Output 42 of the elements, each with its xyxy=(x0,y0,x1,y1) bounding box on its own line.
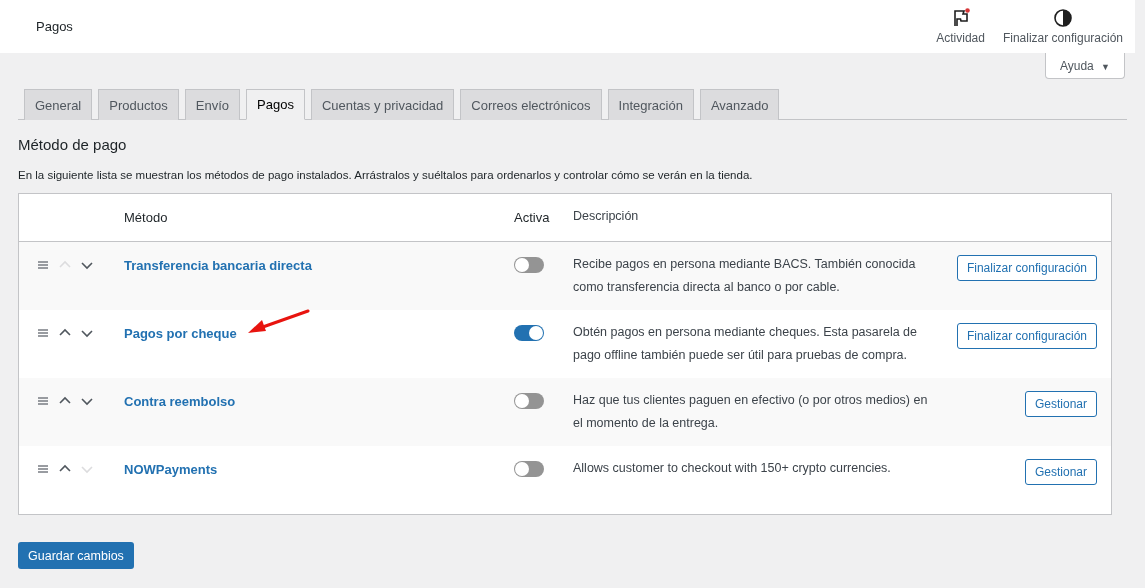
method-link[interactable]: Transferencia bancaria directa xyxy=(124,257,312,273)
toggle-switch[interactable] xyxy=(514,325,544,341)
column-header: Activa xyxy=(514,210,551,225)
method-action-button[interactable]: Gestionar xyxy=(1024,459,1097,485)
save-button[interactable]: Guardar cambios xyxy=(18,542,134,569)
half-circle-icon xyxy=(1052,8,1073,28)
header-action[interactable]: Finalizar configuración xyxy=(1002,0,1123,53)
method-action-button[interactable]: Gestionar xyxy=(1024,391,1097,417)
tab[interactable]: Correos electrónicos xyxy=(460,89,602,120)
toggle-switch[interactable] xyxy=(514,461,544,477)
column-header: Método xyxy=(124,210,169,225)
drag-handle-icon[interactable] xyxy=(37,463,49,475)
section-title: Método de pago xyxy=(18,136,128,153)
tab[interactable]: Cuentas y privacidad xyxy=(310,89,455,120)
move-down-icon[interactable] xyxy=(81,395,93,407)
method-description: Recibe pagos en persona mediante BACS. También conocida como transferencia directa al banco o por cable. xyxy=(573,256,917,296)
method-description: Haz que tus clientes paguen en efectivo (o por otros medios) en el momento de la entrega. xyxy=(573,392,929,432)
move-down-icon[interactable] xyxy=(81,259,93,271)
tab[interactable]: Productos xyxy=(98,89,179,120)
method-description: Obtén pagos en persona mediante cheques. Esta pasarela de pago offline también puede ser útil para pruebas de compra. xyxy=(573,324,918,364)
drag-handle-icon[interactable] xyxy=(37,259,49,271)
tab[interactable]: General xyxy=(24,89,93,120)
tab[interactable]: Avanzado xyxy=(699,89,780,120)
toggle-switch[interactable] xyxy=(514,257,544,273)
drag-handle-icon[interactable] xyxy=(37,327,49,339)
method-link[interactable]: NOWPayments xyxy=(124,461,218,477)
column-header: Descripción xyxy=(573,208,640,225)
move-down-icon[interactable] xyxy=(81,327,93,339)
method-link[interactable]: Contra reembolso xyxy=(124,393,236,409)
toggle-switch[interactable] xyxy=(514,393,544,409)
method-action-button[interactable]: Finalizar configuración xyxy=(956,323,1097,349)
tab[interactable]: Integración xyxy=(607,89,694,120)
section-description: En la siguiente lista se muestran los métodos de pago instalados. Arrástralos y suéltalos para ordenarlos y controlar cómo se verán en la tienda. xyxy=(18,169,754,181)
help-button[interactable]: Ayuda ▼ xyxy=(1044,53,1125,79)
method-link[interactable]: Pagos por cheque xyxy=(124,325,237,341)
method-description: Allows customer to checkout with 150+ crypto currencies. xyxy=(573,460,892,477)
tab[interactable]: Pagos xyxy=(246,89,305,120)
header-action[interactable]: Actividad xyxy=(936,0,985,53)
drag-handle-icon[interactable] xyxy=(37,395,49,407)
page-title: Pagos xyxy=(36,19,73,34)
method-action-button[interactable]: Finalizar configuración xyxy=(956,255,1097,281)
tab[interactable]: Envío xyxy=(184,89,241,120)
